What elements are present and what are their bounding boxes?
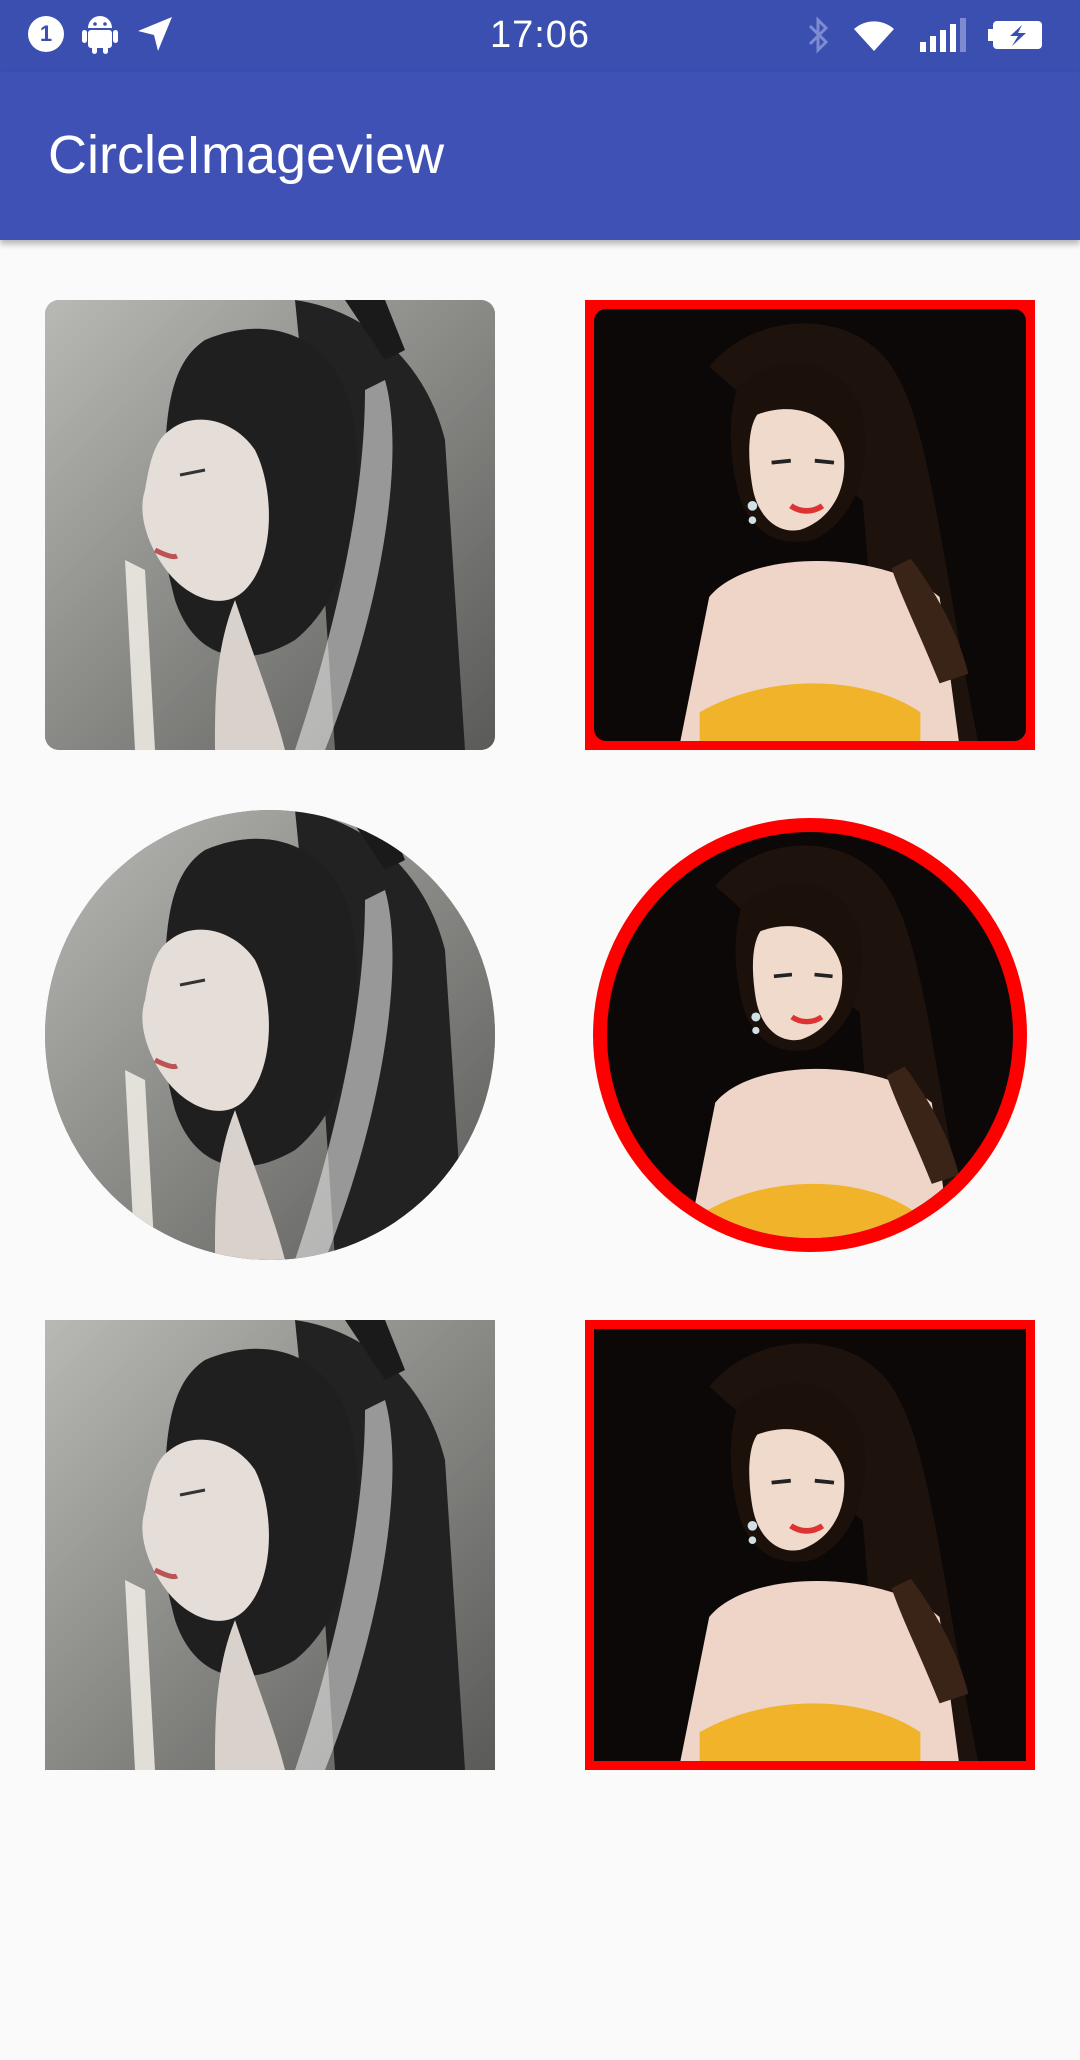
image-square — [45, 1320, 495, 1770]
portrait-photo-gray — [45, 300, 495, 750]
status-bar: 1 17:06 — [0, 0, 1080, 72]
battery-charging-icon — [988, 21, 1042, 49]
portrait-photo-dark — [607, 832, 1013, 1238]
portrait-photo-dark — [594, 309, 1026, 741]
image-rounded-square-bordered — [585, 300, 1035, 750]
status-right-icons — [806, 16, 1042, 54]
bluetooth-icon — [808, 16, 829, 54]
portrait-photo-gray — [45, 810, 495, 1260]
image-square-bordered — [585, 1320, 1035, 1770]
portrait-photo-dark — [594, 1329, 1026, 1761]
image-rounded-square — [45, 300, 495, 750]
wifi-icon — [854, 21, 894, 51]
image-circle-bordered — [593, 818, 1027, 1252]
app-bar: CircleImageview — [0, 72, 1080, 240]
image-circle — [45, 810, 495, 1260]
signal-icon — [920, 18, 966, 52]
app-title: CircleImageview — [48, 125, 445, 185]
portrait-photo-gray — [45, 1320, 495, 1770]
